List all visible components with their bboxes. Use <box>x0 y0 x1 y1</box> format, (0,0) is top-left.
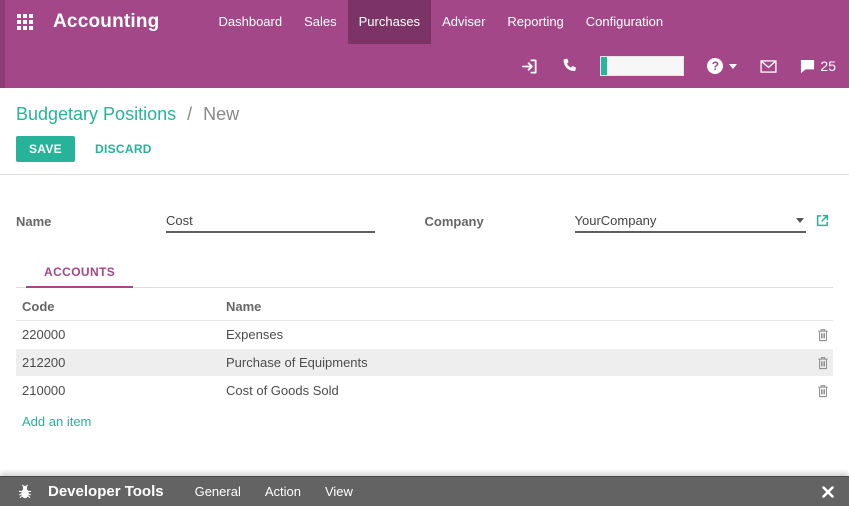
nav-item-configuration[interactable]: Configuration <box>575 0 674 44</box>
table-row[interactable]: 220000 Expenses <box>16 321 833 349</box>
form-grid: Name Company <box>16 211 833 233</box>
cell-code[interactable]: 212200 <box>16 355 226 370</box>
nav-item-sales[interactable]: Sales <box>293 0 348 44</box>
trash-icon <box>817 328 829 342</box>
add-an-item-link[interactable]: Add an item <box>16 405 91 429</box>
trash-icon <box>817 356 829 370</box>
breadcrumb: Budgetary Positions / New <box>16 104 833 125</box>
delete-row-button[interactable] <box>799 384 833 398</box>
company-select[interactable] <box>575 211 806 233</box>
control-panel: Budgetary Positions / New SAVE DISCARD <box>0 88 849 175</box>
nav-item-reporting[interactable]: Reporting <box>496 0 574 44</box>
timer-progress-fill <box>601 57 607 75</box>
main-nav: Dashboard Sales Purchases Adviser Report… <box>208 0 675 44</box>
close-icon[interactable] <box>822 486 834 498</box>
name-input[interactable] <box>166 211 375 233</box>
devtools-menu-action[interactable]: Action <box>265 484 301 499</box>
chat-messages-button[interactable]: 25 <box>800 58 836 74</box>
chat-icon <box>800 59 815 74</box>
delete-row-button[interactable] <box>799 328 833 342</box>
header-nav-row: Accounting Dashboard Sales Purchases Adv… <box>0 0 849 44</box>
cell-code[interactable]: 210000 <box>16 383 226 398</box>
save-button[interactable]: SAVE <box>16 136 75 162</box>
external-link-icon[interactable] <box>815 211 830 228</box>
help-icon: ? <box>707 58 723 74</box>
table-row[interactable]: 212200 Purchase of Equipments <box>16 349 833 377</box>
accounts-table: Code Name 220000 Expenses 212200 Purchas… <box>16 292 833 431</box>
mail-icon[interactable] <box>760 60 777 73</box>
table-header-row: Code Name <box>16 292 833 321</box>
cell-name[interactable]: Expenses <box>226 327 799 342</box>
devtools-menu-view[interactable]: View <box>325 484 353 499</box>
nav-item-purchases[interactable]: Purchases <box>348 0 431 44</box>
devtools-menu-general[interactable]: General <box>195 484 241 499</box>
timer-widget[interactable] <box>600 56 684 76</box>
form-sheet: Name Company ACCOUNTS Code Name <box>0 175 849 431</box>
help-menu[interactable]: ? <box>707 58 737 74</box>
breadcrumb-separator: / <box>187 104 192 124</box>
developer-tools-bar: Developer Tools General Action View <box>0 476 849 506</box>
nav-item-dashboard[interactable]: Dashboard <box>208 0 294 44</box>
nav-item-adviser[interactable]: Adviser <box>431 0 496 44</box>
bug-icon <box>17 484 33 500</box>
tab-strip: ACCOUNTS <box>16 263 833 288</box>
breadcrumb-current: New <box>203 104 239 124</box>
phone-icon[interactable] <box>561 58 577 74</box>
column-header-code: Code <box>16 299 226 314</box>
column-header-name: Name <box>226 299 799 314</box>
notebook: ACCOUNTS Code Name 220000 Expenses 21220… <box>16 263 833 431</box>
cell-code[interactable]: 220000 <box>16 327 226 342</box>
devtools-title: Developer Tools <box>48 483 164 500</box>
apps-grid-icon[interactable] <box>17 14 33 30</box>
header-systray: ? 25 <box>0 44 849 88</box>
table-row[interactable]: 210000 Cost of Goods Sold <box>16 377 833 405</box>
chat-count-badge: 25 <box>820 58 836 74</box>
app-title: Accounting <box>53 11 160 33</box>
chevron-down-icon <box>729 64 737 69</box>
tab-accounts[interactable]: ACCOUNTS <box>26 265 133 288</box>
cell-name[interactable]: Cost of Goods Sold <box>226 383 799 398</box>
name-field-group: Name <box>16 211 425 233</box>
top-header-bar: Accounting Dashboard Sales Purchases Adv… <box>0 0 849 88</box>
action-buttons-row: SAVE DISCARD <box>16 136 833 162</box>
company-field-group: Company <box>425 211 834 233</box>
trash-icon <box>817 384 829 398</box>
sign-in-icon[interactable] <box>521 58 538 75</box>
company-field-label: Company <box>425 211 575 229</box>
company-input[interactable] <box>575 211 796 231</box>
discard-button[interactable]: DISCARD <box>95 142 152 156</box>
breadcrumb-parent-link[interactable]: Budgetary Positions <box>16 104 176 124</box>
delete-row-button[interactable] <box>799 356 833 370</box>
chevron-down-icon[interactable] <box>796 218 804 223</box>
cell-name[interactable]: Purchase of Equipments <box>226 355 799 370</box>
name-field-label: Name <box>16 211 166 229</box>
